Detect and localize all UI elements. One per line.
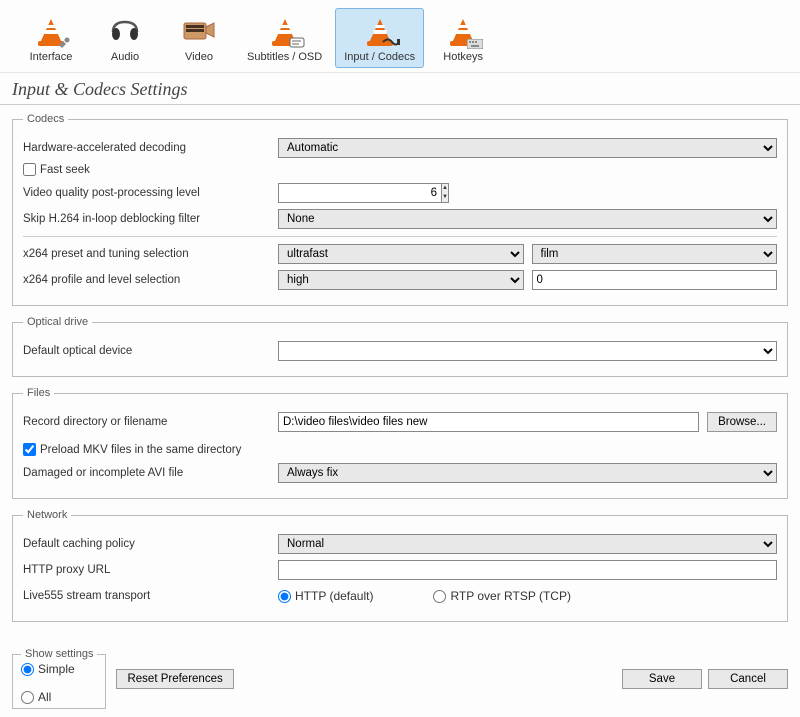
x264-preset-select[interactable]: ultrafast: [278, 244, 524, 264]
subtitles-icon: [265, 13, 305, 49]
all-radio[interactable]: [21, 691, 34, 704]
default-optical-label: Default optical device: [23, 345, 278, 357]
skip-h264-label: Skip H.264 in-loop deblocking filter: [23, 213, 278, 225]
cancel-button[interactable]: Cancel: [708, 669, 788, 689]
fast-seek-checkbox[interactable]: [23, 163, 36, 176]
toolbar-label: Input / Codecs: [344, 51, 415, 63]
damaged-avi-label: Damaged or incomplete AVI file: [23, 467, 278, 479]
hw-decoding-select[interactable]: Automatic: [278, 138, 777, 158]
interface-icon: [31, 13, 71, 49]
live555-http-radio[interactable]: [278, 590, 291, 603]
vq-pp-spinner[interactable]: ▲▼: [278, 183, 418, 203]
fast-seek-label: Fast seek: [40, 164, 90, 176]
optical-group: Optical drive Default optical device: [12, 316, 788, 377]
toolbar-item-interface[interactable]: Interface: [16, 8, 86, 68]
x264-profile-label: x264 profile and level selection: [23, 274, 278, 286]
spin-up-icon[interactable]: ▲: [442, 184, 448, 193]
show-settings-group: Show settings Simple All: [12, 648, 106, 709]
reset-preferences-button[interactable]: Reset Preferences: [116, 669, 233, 689]
proxy-label: HTTP proxy URL: [23, 564, 278, 576]
bottom-bar: Show settings Simple All Reset Preferenc…: [0, 640, 800, 717]
x264-tune-select[interactable]: film: [532, 244, 778, 264]
category-toolbar: Interface Audio Video Subtitles / OSD In…: [0, 0, 800, 73]
toolbar-item-subtitles[interactable]: Subtitles / OSD: [238, 8, 331, 68]
vq-pp-input[interactable]: [278, 183, 442, 203]
input-codecs-icon: [360, 13, 400, 49]
save-button[interactable]: Save: [622, 669, 702, 689]
settings-content: Codecs Hardware-accelerated decoding Aut…: [0, 105, 800, 640]
preload-mkv-label: Preload MKV files in the same directory: [40, 444, 241, 456]
toolbar-label: Subtitles / OSD: [247, 51, 322, 63]
x264-profile-select[interactable]: high: [278, 270, 524, 290]
toolbar-item-video[interactable]: Video: [164, 8, 234, 68]
video-icon: [179, 13, 219, 49]
page-title: Input & Codecs Settings: [0, 73, 800, 105]
network-group: Network Default caching policy Normal HT…: [12, 509, 788, 622]
simple-radio[interactable]: [21, 663, 34, 676]
toolbar-label: Video: [185, 51, 213, 63]
show-settings-legend: Show settings: [21, 648, 97, 660]
proxy-input[interactable]: [278, 560, 777, 580]
live555-label: Live555 stream transport: [23, 590, 278, 602]
toolbar-label: Interface: [30, 51, 73, 63]
simple-label: Simple: [38, 662, 75, 676]
toolbar-item-input-codecs[interactable]: Input / Codecs: [335, 8, 424, 68]
text-bubble-icon: [289, 37, 305, 49]
hw-decoding-label: Hardware-accelerated decoding: [23, 142, 278, 154]
keyboard-icon: [467, 39, 483, 49]
spin-down-icon[interactable]: ▼: [442, 193, 448, 202]
hotkeys-icon: [443, 13, 483, 49]
x264-level-input[interactable]: [532, 270, 778, 290]
vq-pp-label: Video quality post-processing level: [23, 187, 278, 199]
toolbar-item-audio[interactable]: Audio: [90, 8, 160, 68]
files-group: Files Record directory or filename Brows…: [12, 387, 788, 499]
record-dir-input[interactable]: [278, 412, 699, 432]
toolbar-item-hotkeys[interactable]: Hotkeys: [428, 8, 498, 68]
wrench-icon: [57, 37, 71, 49]
optical-legend: Optical drive: [23, 316, 92, 328]
damaged-avi-select[interactable]: Always fix: [278, 463, 777, 483]
codecs-legend: Codecs: [23, 113, 68, 125]
codecs-group: Codecs Hardware-accelerated decoding Aut…: [12, 113, 788, 306]
all-label: All: [38, 690, 51, 704]
caching-select[interactable]: Normal: [278, 534, 777, 554]
files-legend: Files: [23, 387, 54, 399]
x264-preset-label: x264 preset and tuning selection: [23, 248, 278, 260]
default-optical-combo[interactable]: [278, 341, 777, 361]
preload-mkv-checkbox[interactable]: [23, 443, 36, 456]
caching-label: Default caching policy: [23, 538, 278, 550]
skip-h264-select[interactable]: None: [278, 209, 777, 229]
live555-http-label: HTTP (default): [295, 589, 373, 603]
live555-rtp-radio[interactable]: [433, 590, 446, 603]
audio-icon: [105, 13, 145, 49]
toolbar-label: Hotkeys: [443, 51, 483, 63]
record-dir-label: Record directory or filename: [23, 416, 278, 428]
live555-rtp-label: RTP over RTSP (TCP): [450, 589, 570, 603]
browse-button[interactable]: Browse...: [707, 412, 777, 432]
cable-icon: [382, 35, 400, 49]
network-legend: Network: [23, 509, 71, 521]
toolbar-label: Audio: [111, 51, 139, 63]
